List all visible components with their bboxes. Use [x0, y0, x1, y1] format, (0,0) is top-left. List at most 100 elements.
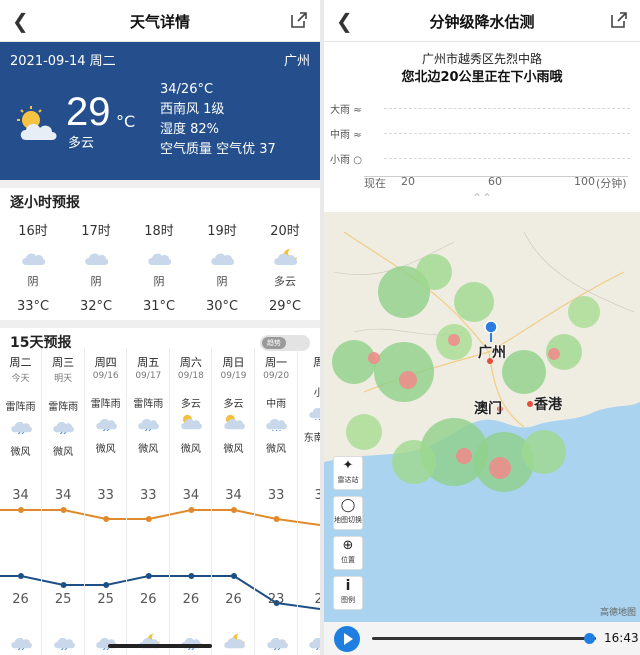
hour-temperature: 31°C: [142, 299, 176, 314]
locate-icon: ⊕: [342, 538, 354, 553]
day-date: 09/18: [177, 371, 204, 381]
radar-station-button[interactable]: ✦ 雷达站: [333, 456, 363, 490]
day-weather-icon: [179, 413, 203, 431]
day-high-temp: 33: [97, 488, 114, 503]
day-name: 周六: [179, 356, 202, 369]
current-weather-card: 2021-09-14 周二 广州 29 °C 多云 34/26°C 西南风 1级…: [0, 42, 320, 180]
hourly-item: 16时阴 33°C: [2, 212, 64, 314]
drops-heavy-icon: ≈: [353, 105, 362, 116]
radar-core: [368, 352, 380, 364]
day-weather-icon: [136, 413, 160, 432]
air-quality-info: 空气质量 空气优 37: [160, 142, 276, 157]
hourly-forecast[interactable]: 16时阴 33°C 17时阴 32°C 18时阴 31°C 19时阴 30°C 20时 多云 29°…: [0, 212, 320, 320]
day-date: 09/20: [263, 371, 290, 381]
day-condition: 多云: [180, 399, 201, 410]
night-weather-icon: [265, 632, 289, 651]
radar-core: [548, 348, 560, 360]
day-name: 周日: [222, 356, 245, 369]
cloud-icon: [209, 247, 235, 267]
hour-condition: 阴: [27, 275, 39, 288]
day-name: 周一: [265, 356, 288, 369]
location-text: 广州市越秀区先烈中路: [421, 52, 542, 66]
layers-icon: ◯: [340, 498, 356, 513]
day-low-temp: 23: [267, 592, 285, 607]
level-heavy-label: 大雨 ≈: [330, 105, 362, 116]
day-date: 今天: [11, 374, 30, 384]
cloud-icon: [146, 247, 172, 267]
day-low-temp: 2: [314, 592, 320, 607]
playback-thumb[interactable]: [584, 633, 596, 644]
playback-track[interactable]: [372, 637, 596, 640]
day-condition: 雷阵雨: [133, 399, 164, 410]
hour-temperature: 29°C: [268, 299, 302, 314]
locate-button[interactable]: ⊕ 位置: [333, 536, 363, 570]
current-temperature: 29: [66, 90, 111, 134]
play-icon: [344, 633, 353, 645]
radar-cell: [346, 414, 382, 450]
playback-bar: 16:43: [324, 622, 640, 655]
hongkong-marker: [527, 401, 533, 407]
level-medium-label: 中雨 ≈: [330, 130, 362, 141]
cloud-icon: [20, 247, 46, 267]
daily-item: 周一 09/20 中雨微风 33 23: [256, 348, 298, 655]
drops-medium-icon: ≈: [353, 130, 362, 141]
day-high-temp: 34: [12, 488, 29, 503]
collapse-chevron-icon[interactable]: ⌃⌃: [472, 191, 492, 205]
day-wind: 东南微: [303, 433, 320, 444]
map-switch-button[interactable]: ◯ 地图切换: [333, 496, 363, 530]
home-indicator: [108, 644, 212, 648]
play-button[interactable]: [334, 626, 360, 652]
axis-tick-60: 60: [488, 175, 502, 188]
night-weather-icon: [222, 632, 246, 650]
legend-button[interactable]: i 图例: [333, 576, 363, 610]
temperature-unit: °C: [116, 112, 136, 131]
day-date: 09/16: [92, 371, 119, 381]
radar-map[interactable]: 广州 澳门 香港 ✦ 雷达站 ◯ 地图切换 ⊕ 位置 i 图例 高德地图: [324, 212, 640, 622]
radar-icon: ✦: [342, 458, 354, 473]
top-bar: ❮ 天气详情: [0, 0, 320, 42]
share-icon[interactable]: [610, 11, 628, 29]
day-wind: 微风: [266, 444, 287, 455]
level-light-gridline: [384, 158, 630, 159]
day-date: 09/17: [135, 371, 162, 381]
radar-cell: [522, 430, 566, 474]
current-date: 2021-09-14 周二: [10, 54, 116, 69]
daily-forecast[interactable]: 周二 今天 雷阵雨 微风 34 26 周三 明天 雷阵雨 微风 34 25 周四 09/16 雷阵雨 微风 33…: [0, 348, 320, 655]
current-city[interactable]: 广州: [284, 50, 310, 69]
info-icon: i: [345, 578, 351, 594]
current-details: 34/26°C 西南风 1级 湿度 82% 空气质量 空气优 37: [160, 80, 276, 160]
day-name: 周二: [9, 356, 32, 369]
radar-cell: [332, 340, 376, 384]
hourly-item: 20时 多云 29°C: [254, 212, 316, 314]
day-high-temp: 3: [314, 488, 320, 503]
hourly-section-header: 逐小时预报: [0, 180, 320, 211]
daily-item: 周小东南微 3 2: [298, 348, 320, 655]
hourly-item: 17时阴 32°C: [65, 212, 127, 314]
day-wind: 微风: [138, 444, 159, 455]
hourly-item: 19时阴 30°C: [191, 212, 253, 314]
day-weather-icon: [94, 413, 118, 432]
hour-time: 16时: [18, 224, 48, 239]
daily-item: 周三 明天 雷阵雨 微风 34 25: [43, 348, 85, 655]
daily-item: 周二 今天 雷阵雨 微风 34 26: [0, 348, 42, 655]
day-weather-icon: [9, 416, 33, 435]
day-wind: 微风: [180, 444, 201, 455]
daily-item: 周日 09/19 多云 微风 34 26: [213, 348, 255, 655]
day-condition: 雷阵雨: [48, 402, 79, 413]
day-high-temp: 33: [267, 488, 285, 503]
day-wind: 微风: [223, 444, 244, 455]
axis-tick-20: 20: [401, 175, 415, 188]
night-weather-icon: [9, 632, 33, 651]
day-weather-icon: [307, 402, 320, 421]
hour-temperature: 33°C: [16, 299, 50, 314]
day-weather-icon: [51, 416, 75, 435]
day-low-temp: 25: [97, 592, 114, 607]
day-weather-icon: [264, 413, 288, 432]
hourly-title: 逐小时预报: [10, 195, 80, 211]
radar-cell: [416, 254, 452, 290]
weather-detail-screen: ❮ 天气详情 2021-09-14 周二 广州 29 °C 多云 34/26°C…: [0, 0, 320, 655]
cloud-icon: [83, 247, 109, 267]
share-icon[interactable]: [290, 11, 308, 29]
daily-section-header: 15天预报 趋势: [0, 320, 320, 351]
day-condition: 中雨: [266, 399, 287, 410]
